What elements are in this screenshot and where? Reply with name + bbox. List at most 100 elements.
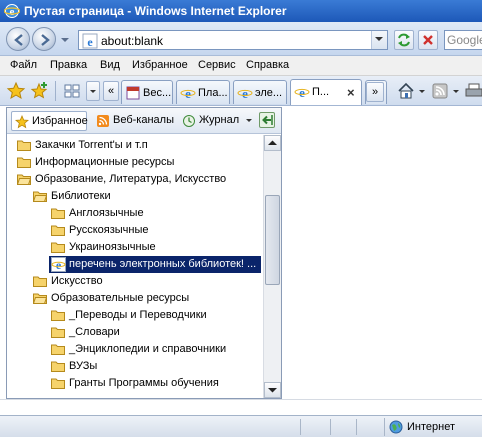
menu-tools[interactable]: Сервис — [198, 59, 236, 71]
address-dropdown-button[interactable] — [371, 31, 387, 49]
favorite-label: Образование, Литература, Искусство — [35, 173, 227, 185]
favorite-folder[interactable]: _Словари — [7, 324, 263, 341]
scroll-thumb[interactable] — [265, 195, 280, 285]
menu-help[interactable]: Справка — [246, 59, 289, 71]
tab-feeds[interactable]: Веб-каналы — [93, 111, 179, 131]
title-bar: e Пустая страница - Windows Internet Exp… — [0, 0, 482, 22]
tab-2[interactable]: e Пла... — [176, 80, 230, 104]
ie-icon: e — [294, 85, 310, 100]
tab-feeds-label: Веб-каналы — [113, 114, 174, 126]
favorite-folder[interactable]: ВУЗы — [7, 358, 263, 375]
chevron-down-icon[interactable] — [418, 89, 426, 95]
folder-icon — [51, 361, 65, 372]
svg-text:e: e — [185, 86, 191, 101]
tab-3[interactable]: e эле... — [233, 80, 287, 104]
menu-bar: Файл Правка Вид Избранное Сервис Справка — [0, 56, 482, 76]
svg-text:e: e — [56, 258, 62, 272]
tab-label: Вес... — [143, 87, 172, 99]
ie-icon: e — [180, 86, 196, 101]
favorite-label: Информационные ресурсы — [35, 156, 175, 168]
folder-icon — [51, 344, 65, 355]
page-content[interactable] — [282, 107, 482, 399]
tab-toolbar: « Вес... e Пла... e эле... e П... × » — [0, 76, 482, 106]
forward-button[interactable] — [32, 27, 56, 51]
folder-icon — [51, 242, 65, 253]
favorite-folder[interactable]: Гранты Программы обучения — [7, 375, 263, 392]
tab-history[interactable]: Журнал — [179, 111, 255, 131]
chevron-down-icon — [268, 388, 277, 393]
favorite-label: _Словари — [69, 326, 120, 338]
zone-label: Интернет — [407, 421, 455, 433]
favorite-folder[interactable]: Англоязычные — [7, 205, 263, 222]
scroll-tabs-right-button[interactable]: » — [366, 82, 384, 102]
favorite-folder[interactable]: Образование, Литература, Искусство — [7, 171, 263, 188]
feed-icon — [97, 115, 109, 127]
favorite-folder[interactable]: Библиотеки — [7, 188, 263, 205]
add-favorites-icon[interactable] — [30, 81, 50, 101]
globe-icon — [389, 420, 403, 434]
tab-favorites-label: Избранное — [32, 115, 88, 127]
chevron-down-icon[interactable] — [245, 118, 253, 124]
search-input[interactable]: Google — [444, 30, 482, 50]
refresh-button[interactable] — [394, 30, 414, 50]
print-icon[interactable] — [464, 81, 482, 101]
favorite-label: _Энциклопедии и справочники — [69, 343, 227, 355]
folder-open-icon — [33, 191, 47, 202]
chevron-down-icon[interactable] — [452, 89, 460, 95]
favorite-label: Библиотеки — [51, 190, 111, 202]
menu-file[interactable]: Файл — [10, 59, 37, 71]
folder-icon — [51, 327, 65, 338]
quick-tabs-icon[interactable] — [62, 81, 82, 101]
favorite-label: Искусство — [51, 275, 103, 287]
menu-view[interactable]: Вид — [100, 59, 120, 71]
toolbar-separator — [55, 81, 56, 101]
menu-favorites[interactable]: Избранное — [132, 59, 188, 71]
history-icon — [183, 115, 195, 127]
favorite-folder[interactable]: Образовательные ресурсы — [7, 290, 263, 307]
favorite-label: Закачки Torrent'ы и т.п — [35, 139, 148, 151]
favorite-label: Образовательные ресурсы — [51, 292, 190, 304]
home-icon[interactable] — [396, 81, 416, 101]
tab-1[interactable]: Вес... — [121, 80, 173, 104]
folder-icon — [51, 208, 65, 219]
svg-text:e: e — [87, 35, 93, 49]
favorite-folder[interactable]: _Переводы и Переводчики — [7, 307, 263, 324]
security-zone[interactable]: Интернет — [384, 418, 482, 436]
folder-icon — [51, 378, 65, 389]
folder-open-icon — [17, 174, 31, 185]
forward-arrow-icon — [41, 34, 50, 46]
ie-icon: e — [4, 4, 20, 18]
folder-icon — [17, 157, 31, 168]
tab-favorites[interactable]: Избранное — [11, 111, 88, 131]
folder-icon — [51, 310, 65, 321]
feeds-icon[interactable] — [430, 81, 450, 101]
favorite-folder[interactable]: Русскоязычные — [7, 222, 263, 239]
favorites-star-icon[interactable] — [6, 81, 26, 101]
favorite-link[interactable]: e перечень электронных библиотек! ... — [7, 256, 263, 273]
tab-active[interactable]: e П... × — [290, 79, 362, 105]
scroll-down-button[interactable] — [264, 382, 281, 398]
back-button[interactable] — [6, 27, 30, 51]
vertical-scrollbar[interactable] — [263, 135, 281, 398]
stop-icon — [423, 35, 433, 45]
close-tab-button[interactable]: × — [347, 85, 355, 100]
tab-list-button[interactable] — [86, 81, 100, 101]
sheet-icon — [126, 86, 140, 100]
svg-text:e: e — [299, 85, 305, 100]
chevron-down-icon — [375, 37, 383, 41]
scroll-up-button[interactable] — [264, 135, 281, 151]
menu-edit[interactable]: Правка — [50, 59, 87, 71]
favorite-folder[interactable]: Информационные ресурсы — [7, 154, 263, 171]
favorite-folder[interactable]: Искусство — [7, 273, 263, 290]
favorite-folder[interactable]: _Энциклопедии и справочники — [7, 341, 263, 358]
favorites-header: Избранное Веб-каналы Журнал — [7, 108, 281, 134]
favorite-folder[interactable]: Украиноязычные — [7, 239, 263, 256]
scroll-tabs-left-button[interactable]: « — [103, 81, 119, 101]
status-bar: Интернет — [0, 415, 482, 437]
favorite-folder[interactable]: Закачки Torrent'ы и т.п — [7, 137, 263, 154]
pin-favorites-button[interactable] — [259, 112, 275, 128]
stop-button[interactable] — [418, 30, 438, 50]
address-bar[interactable]: e about:blank — [78, 30, 388, 50]
favorite-label: Украиноязычные — [69, 241, 156, 253]
recent-pages-chevron-icon[interactable] — [60, 36, 70, 44]
